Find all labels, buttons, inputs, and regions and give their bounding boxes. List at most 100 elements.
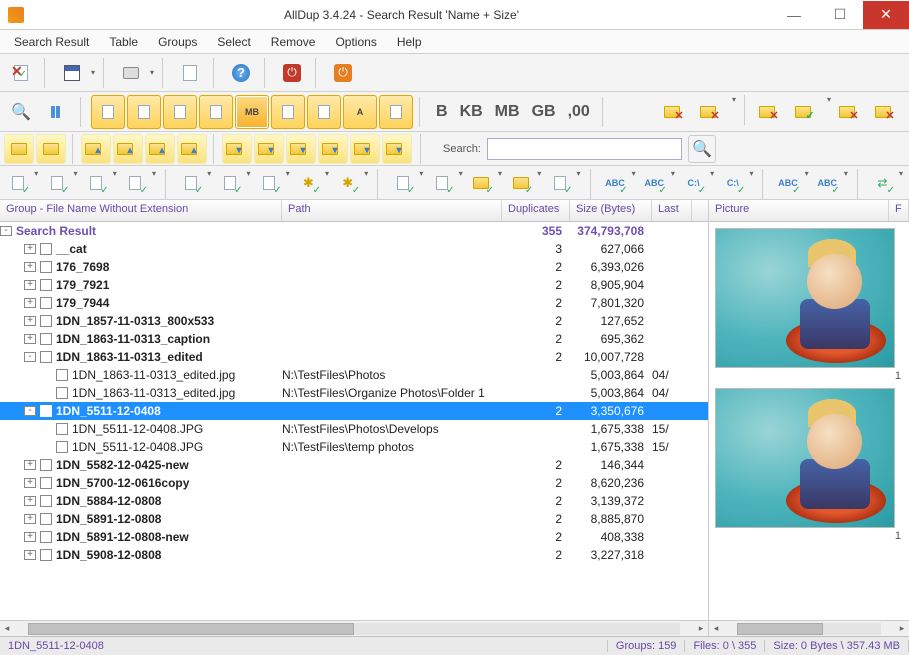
col-header-last[interactable]: Last xyxy=(652,200,692,221)
check-c-right-dropdown[interactable]: ▾ xyxy=(747,169,755,196)
row-checkbox[interactable] xyxy=(40,297,52,309)
check-pair-3-dropdown[interactable]: ▾ xyxy=(284,169,292,196)
expand-toggle[interactable]: + xyxy=(24,316,36,326)
expand-toggle[interactable]: + xyxy=(24,550,36,560)
check-abc-box-1-dropdown[interactable]: ▾ xyxy=(803,169,811,196)
row-checkbox[interactable] xyxy=(40,495,52,507)
check-folder-1[interactable]: ✓ xyxy=(468,169,495,197)
table-row[interactable]: +179_794427,801,320 xyxy=(0,294,708,312)
size-unit-MB[interactable]: MB xyxy=(489,103,526,121)
tree-root-row[interactable]: - Search Result 355 374,793,708 xyxy=(0,222,708,240)
expand-toggle[interactable]: + xyxy=(24,244,36,254)
size-unit-B[interactable]: B xyxy=(430,103,454,121)
check-folder-2[interactable]: ✓ xyxy=(507,169,534,197)
scroll-thumb[interactable] xyxy=(28,623,354,635)
folder-delete-1[interactable]: ✕ xyxy=(660,95,694,129)
table-row[interactable]: -1DN_1863-11-0313_edited210,007,728 xyxy=(0,348,708,366)
grid-body[interactable]: - Search Result 355 374,793,708 +__cat36… xyxy=(0,222,708,620)
row-checkbox[interactable] xyxy=(40,333,52,345)
check-c-left[interactable]: C:\✓ xyxy=(680,169,707,197)
print-dropdown[interactable]: ▾ xyxy=(148,68,156,77)
search-input[interactable] xyxy=(487,138,682,160)
expand-toggle[interactable]: + xyxy=(24,478,36,488)
scroll-right-button[interactable]: ▸ xyxy=(694,623,708,634)
remove-selected-button[interactable]: ✕✓ xyxy=(4,56,38,90)
row-checkbox[interactable] xyxy=(40,405,52,417)
folder-delete-3[interactable]: ✕ xyxy=(755,95,789,129)
row-checkbox[interactable] xyxy=(40,477,52,489)
expand-toggle[interactable]: + xyxy=(24,280,36,290)
minimize-button[interactable]: — xyxy=(771,1,817,29)
menu-remove[interactable]: Remove xyxy=(261,33,326,51)
check-pair-1-dropdown[interactable]: ▾ xyxy=(205,169,213,196)
folder-delete-2[interactable]: ✕ xyxy=(696,95,730,129)
check-doc-4-dropdown[interactable]: ▾ xyxy=(150,169,158,196)
view-mod1-button[interactable] xyxy=(271,95,305,129)
check-doc-3[interactable]: ✓ xyxy=(83,169,110,197)
expand-toggle[interactable]: - xyxy=(24,352,36,362)
folder-plain[interactable] xyxy=(4,134,34,164)
check-doc-1-dropdown[interactable]: ▾ xyxy=(32,169,40,196)
menu-select[interactable]: Select xyxy=(207,33,260,51)
view-columns-button[interactable] xyxy=(127,95,161,129)
check-pair-1[interactable]: ✓ xyxy=(177,169,204,197)
save-dropdown[interactable]: ▾ xyxy=(89,68,97,77)
table-row[interactable]: 1DN_5511-12-0408.JPGN:\TestFiles\Photos\… xyxy=(0,420,708,438)
table-row[interactable]: +1DN_5700-12-0616copy28,620,236 xyxy=(0,474,708,492)
check-abc-box-2-dropdown[interactable]: ▾ xyxy=(842,169,850,196)
table-row[interactable]: +1DN_5884-12-080823,139,372 xyxy=(0,492,708,510)
expand-toggle[interactable]: + xyxy=(24,262,36,272)
search-submit-button[interactable]: 🔍 xyxy=(688,135,716,163)
scroll-left-button[interactable]: ◂ xyxy=(0,623,14,634)
col-header-size[interactable]: Size (Bytes) xyxy=(570,200,652,221)
folder-up-1[interactable]: ▴ xyxy=(81,134,111,164)
preview-header-f[interactable]: F xyxy=(889,200,909,221)
check-abc-left-dropdown[interactable]: ▾ xyxy=(630,169,638,196)
folder-delete-2-dropdown[interactable]: ▾ xyxy=(730,95,738,129)
row-checkbox[interactable] xyxy=(56,423,68,435)
table-row[interactable]: +1DN_5891-12-0808-new2408,338 xyxy=(0,528,708,546)
expand-toggle[interactable]: - xyxy=(0,226,12,236)
check-star-1-dropdown[interactable]: ▾ xyxy=(323,169,331,196)
col-header-path[interactable]: Path xyxy=(282,200,502,221)
table-row[interactable]: +179_792128,905,904 xyxy=(0,276,708,294)
expand-toggle[interactable]: + xyxy=(24,532,36,542)
check-abc-left[interactable]: ABC✓ xyxy=(601,169,628,197)
folder-delete-5[interactable]: ✕ xyxy=(835,95,869,129)
horizontal-scrollbar[interactable]: ◂ ▸ xyxy=(0,620,708,636)
check-doc-2-dropdown[interactable]: ▾ xyxy=(72,169,80,196)
check-pair-3[interactable]: ✓ xyxy=(255,169,282,197)
maximize-button[interactable]: ☐ xyxy=(817,1,863,29)
col-header-duplicates[interactable]: Duplicates xyxy=(502,200,570,221)
check-doc-4[interactable]: ✓ xyxy=(122,169,149,197)
table-row[interactable]: +__cat3627,066 xyxy=(0,240,708,258)
document-button[interactable] xyxy=(173,56,207,90)
expand-toggle[interactable]: + xyxy=(24,496,36,506)
folder-up-4[interactable]: ▴ xyxy=(177,134,207,164)
check-doc-3-dropdown[interactable]: ▾ xyxy=(111,169,119,196)
folder-check-4-dropdown[interactable]: ▾ xyxy=(825,95,833,129)
folder-down-1[interactable]: ▾ xyxy=(222,134,252,164)
view-mb-button[interactable]: MB xyxy=(235,95,269,129)
check-abc-right-dropdown[interactable]: ▾ xyxy=(669,169,677,196)
table-row[interactable]: -1DN_5511-12-040823,350,676 xyxy=(0,402,708,420)
col-header-name[interactable]: Group - File Name Without Extension xyxy=(0,200,282,221)
folder-up-3[interactable]: ▴ xyxy=(145,134,175,164)
table-row[interactable]: +1DN_5891-12-080828,885,870 xyxy=(0,510,708,528)
folder-down-3[interactable]: ▾ xyxy=(286,134,316,164)
check-abc-box-1[interactable]: ABC✓ xyxy=(774,169,801,197)
check-abc-box-2[interactable]: ABC✓ xyxy=(814,169,841,197)
folder-down-6[interactable]: ▾ xyxy=(382,134,412,164)
folder-down-5[interactable]: ▾ xyxy=(350,134,380,164)
view-mod2-button[interactable] xyxy=(307,95,341,129)
preview-image-1[interactable] xyxy=(715,228,895,368)
expand-toggle[interactable]: - xyxy=(24,406,36,416)
help-button[interactable]: ? xyxy=(224,56,258,90)
save-button[interactable] xyxy=(55,56,89,90)
view-a-button[interactable]: A xyxy=(343,95,377,129)
table-row[interactable]: 1DN_5511-12-0408.JPGN:\TestFiles\temp ph… xyxy=(0,438,708,456)
row-checkbox[interactable] xyxy=(40,351,52,363)
row-checkbox[interactable] xyxy=(40,531,52,543)
menu-table[interactable]: Table xyxy=(99,33,148,51)
check-pair-2-dropdown[interactable]: ▾ xyxy=(244,169,252,196)
